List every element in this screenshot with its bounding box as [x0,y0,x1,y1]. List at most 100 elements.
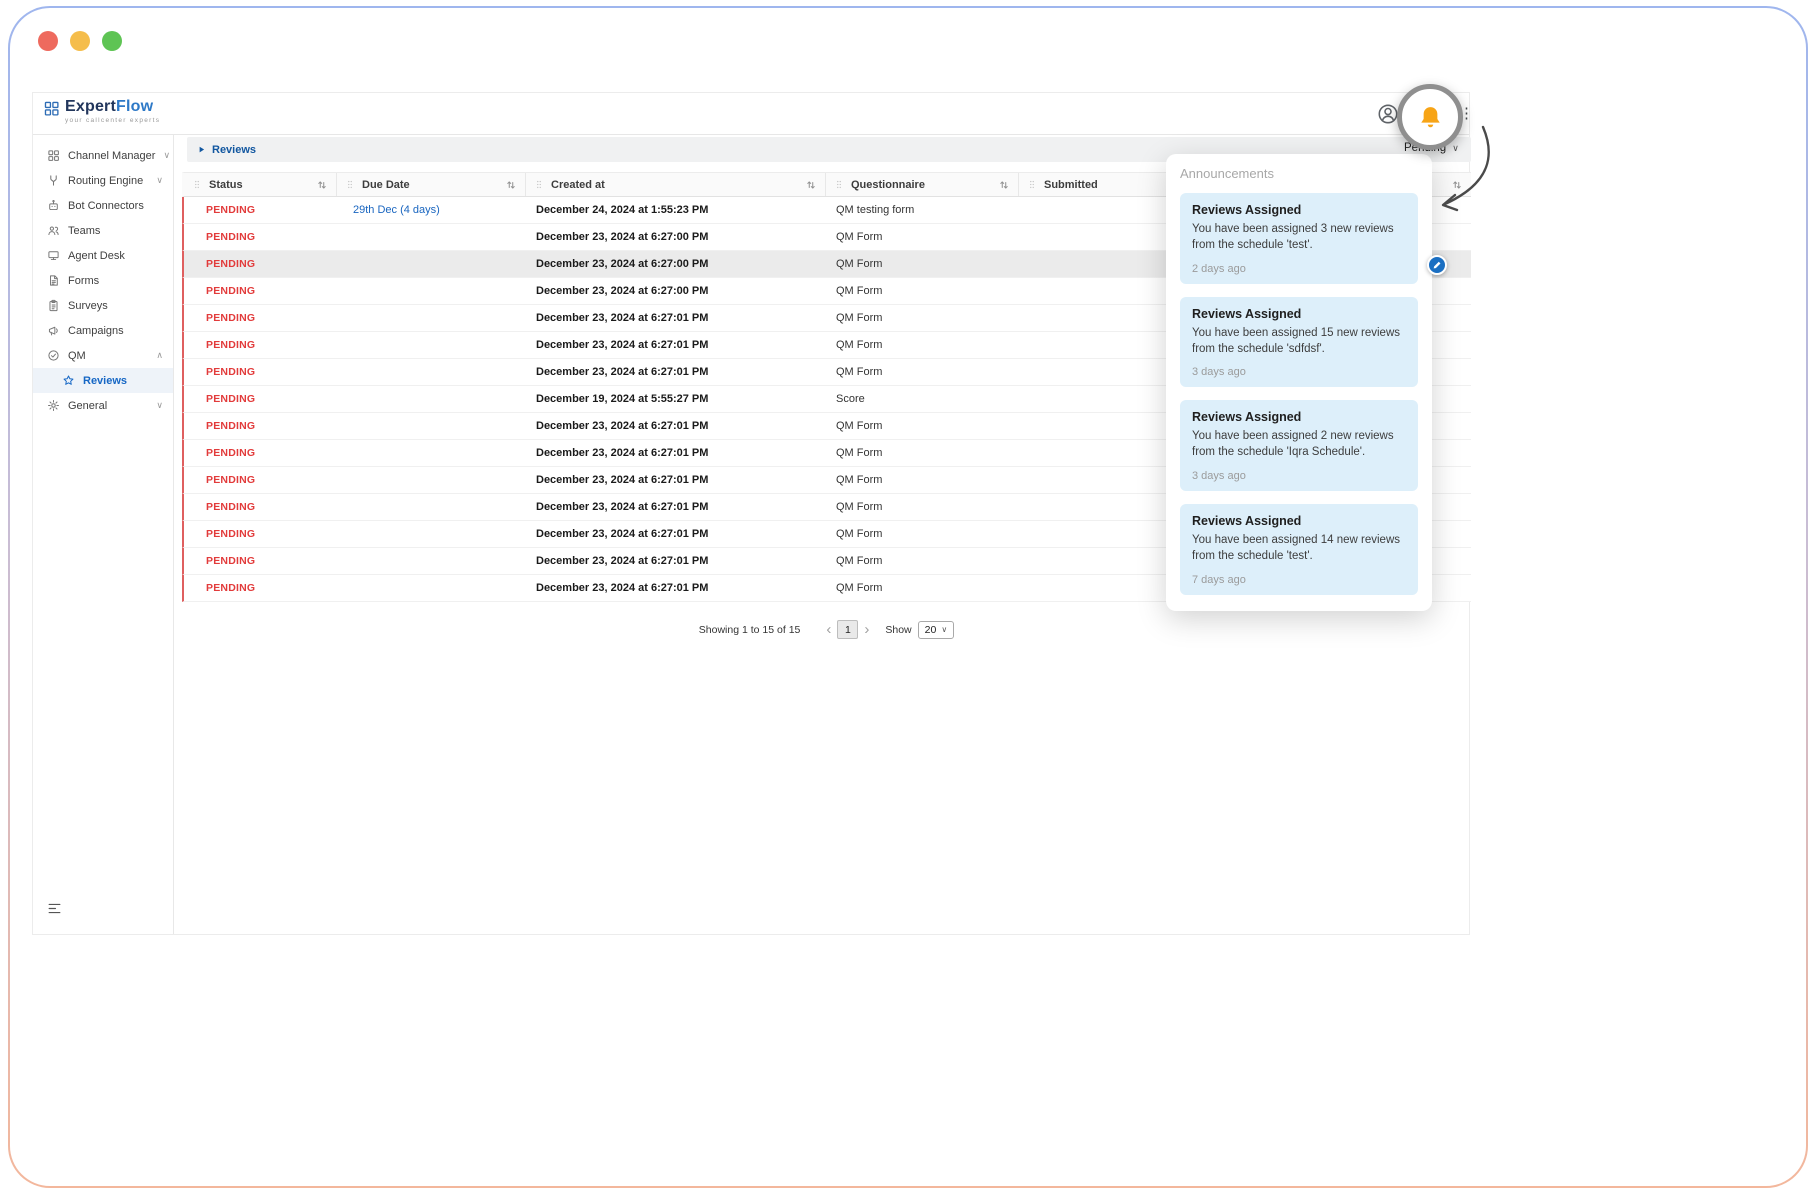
created-at-cell: December 23, 2024 at 6:27:00 PM [526,278,826,304]
announcement-title: Reviews Assigned [1192,514,1406,528]
column-label: Submitted [1044,179,1098,191]
drag-handle-icon[interactable] [534,178,544,191]
close-button[interactable] [38,31,58,51]
status-cell: PENDING [184,440,337,466]
sort-icon[interactable] [998,179,1010,191]
questionnaire-cell: QM Form [826,413,1019,439]
due-date-cell[interactable] [337,251,526,277]
status-cell: PENDING [184,386,337,412]
due-date-cell[interactable] [337,575,526,601]
column-label: Status [209,179,243,191]
column-label: Created at [551,179,605,191]
chevron-icon: ∨ [163,150,170,161]
created-at-cell: December 23, 2024 at 6:27:01 PM [526,575,826,601]
column-header-questionnaire[interactable]: Questionnaire [826,173,1019,196]
created-at-cell: December 23, 2024 at 6:27:01 PM [526,467,826,493]
sidebar-item-qm[interactable]: QM ∧ [33,343,173,368]
sidebar-item-label: General [68,400,107,412]
chevron-down-icon: ∨ [1452,143,1459,154]
brand-name-accent: Flow [116,98,153,115]
announcement-timestamp: 7 days ago [1192,574,1406,586]
browser-window: ExpertFlow your callcenter experts ⋮ Cha… [8,6,1808,1188]
sidebar: Channel Manager ∨ Routing Engine ∨ Bot C… [33,135,174,934]
chevron-icon: ∨ [156,175,163,186]
drag-handle-icon[interactable] [192,178,202,191]
show-label: Show [885,624,911,636]
announcement-title: Reviews Assigned [1192,307,1406,321]
due-date-cell[interactable] [337,413,526,439]
status-cell: PENDING [184,305,337,331]
due-date-cell[interactable] [337,305,526,331]
due-date-cell[interactable] [337,278,526,304]
sort-icon[interactable] [505,179,517,191]
sidebar-item-label: Reviews [83,375,127,387]
sidebar-item-surveys[interactable]: Surveys [33,293,173,318]
sort-icon[interactable] [316,179,328,191]
due-date-cell[interactable] [337,494,526,520]
route-icon [47,174,60,187]
page-size-value: 20 [925,624,937,636]
maximize-button[interactable] [102,31,122,51]
annotation-badge[interactable] [1427,255,1447,275]
minimize-button[interactable] [70,31,90,51]
user-avatar-icon[interactable] [1377,103,1399,125]
current-page-button[interactable]: 1 [837,620,858,639]
status-cell: PENDING [184,251,337,277]
questionnaire-cell: QM Form [826,467,1019,493]
expertflow-logo[interactable]: ExpertFlow your callcenter experts [43,98,160,124]
sidebar-item-reviews[interactable]: Reviews [33,368,173,393]
column-header-due-date[interactable]: Due Date [337,173,526,196]
announcement-card-reviews-assigned[interactable]: Reviews Assigned You have been assigned … [1180,297,1418,388]
status-cell: PENDING [184,521,337,547]
status-cell: PENDING [184,278,337,304]
due-date-cell[interactable] [337,386,526,412]
sidebar-item-campaigns[interactable]: Campaigns [33,318,173,343]
due-date-cell[interactable] [337,548,526,574]
qm-icon [47,349,60,362]
sidebar-item-bot-connectors[interactable]: Bot Connectors [33,193,173,218]
announcement-card-reviews-assigned[interactable]: Reviews Assigned You have been assigned … [1180,193,1418,284]
announcements-panel: Announcements Reviews Assigned You have … [1166,154,1432,611]
sidebar-collapse-icon[interactable] [47,901,62,916]
column-header-created-at[interactable]: Created at [526,173,826,196]
sidebar-item-routing-engine[interactable]: Routing Engine ∨ [33,168,173,193]
drag-handle-icon[interactable] [834,178,844,191]
prev-page-button[interactable]: ‹ [820,622,837,637]
sort-icon[interactable] [805,179,817,191]
status-cell: PENDING [184,575,337,601]
created-at-cell: December 23, 2024 at 6:27:01 PM [526,332,826,358]
sort-icon[interactable] [1451,179,1463,191]
sidebar-item-label: Agent Desk [68,250,125,262]
due-date-cell[interactable] [337,332,526,358]
logo-grid-icon [43,100,60,117]
sidebar-item-teams[interactable]: Teams [33,218,173,243]
questionnaire-cell: QM Form [826,359,1019,385]
sidebar-item-general[interactable]: General ∨ [33,393,173,418]
sidebar-item-forms[interactable]: Forms [33,268,173,293]
created-at-cell: December 23, 2024 at 6:27:01 PM [526,305,826,331]
due-date-cell[interactable] [337,440,526,466]
due-date-cell[interactable] [337,521,526,547]
drag-handle-icon[interactable] [1027,178,1037,191]
due-date-cell[interactable]: 29th Dec (4 days) [337,197,526,223]
created-at-cell: December 24, 2024 at 1:55:23 PM [526,197,826,223]
created-at-cell: December 23, 2024 at 6:27:00 PM [526,251,826,277]
announcement-card-reviews-assigned[interactable]: Reviews Assigned You have been assigned … [1180,400,1418,491]
drag-handle-icon[interactable] [345,178,355,191]
notification-bell-icon[interactable] [1417,104,1444,131]
status-cell: PENDING [184,494,337,520]
kebab-menu-icon[interactable]: ⋮ [1459,104,1474,122]
app-frame: ExpertFlow your callcenter experts ⋮ Cha… [32,92,1470,935]
page-size-select[interactable]: 20 ∨ [918,621,955,639]
sidebar-item-label: Routing Engine [68,175,143,187]
announcement-card-reviews-assigned[interactable]: Reviews Assigned You have been assigned … [1180,504,1418,595]
due-date-cell[interactable] [337,224,526,250]
next-page-button[interactable]: › [858,622,875,637]
sidebar-item-channel-manager[interactable]: Channel Manager ∨ [33,143,173,168]
breadcrumb-reviews[interactable]: Reviews [212,144,256,156]
column-header-status[interactable]: Status [184,173,337,196]
due-date-cell[interactable] [337,467,526,493]
due-date-cell[interactable] [337,359,526,385]
announcement-timestamp: 3 days ago [1192,366,1406,378]
sidebar-item-agent-desk[interactable]: Agent Desk [33,243,173,268]
